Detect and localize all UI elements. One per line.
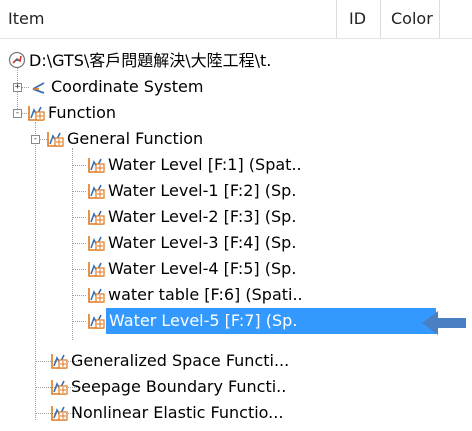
coordinate-system-icon: [32, 82, 45, 94]
collapse-minus-icon[interactable]: -: [13, 109, 22, 118]
tree-header: Item ID Color: [0, 0, 472, 39]
tree-node-label: General Function: [67, 129, 204, 148]
tree-node-label: D:\GTS\客戶問題解決\大陸工程\t.: [29, 51, 272, 70]
tree-node-label: Nonlinear Elastic Functio...: [71, 403, 284, 422]
function-icon: [88, 210, 105, 225]
tree-node-label: Water Level-3 [F:4] (Sp.: [108, 233, 297, 252]
function-icon: [51, 406, 68, 421]
tree-node-label: Water Level-2 [F:3] (Sp.: [108, 207, 297, 226]
tree-node-label: water table [F:6] (Spati..: [108, 285, 303, 304]
tree-node-label: Water Level [F:1] (Spat..: [108, 155, 302, 174]
tree-node-label: Water Level-1 [F:2] (Sp.: [108, 181, 297, 200]
tree-node-label: Function: [48, 103, 117, 122]
function-icon: [88, 262, 105, 277]
tree-node-function[interactable]: - Function: [0, 100, 340, 126]
tree-node-function-folder[interactable]: Nonlinear Elastic Functio...: [0, 400, 340, 431]
function-icon: [88, 288, 105, 303]
tree-node-function-item[interactable]: Water Level-2 [F:3] (Sp.: [0, 204, 340, 230]
tree-node-label: Seepage Boundary Functi..: [71, 377, 287, 396]
function-icon: [51, 354, 68, 369]
tree-view: D:\GTS\客戶問題解決\大陸工程\t. + Coordinate Syste…: [0, 38, 472, 431]
tree-node-function-item-selected[interactable]: Water Level-5 [F:7] (Sp.: [0, 308, 440, 334]
function-icon: [88, 158, 105, 173]
column-header-id[interactable]: ID: [336, 0, 380, 38]
tree-node-label: Water Level-4 [F:5] (Sp.: [108, 259, 297, 278]
function-icon: [88, 236, 105, 251]
column-header-color[interactable]: Color: [380, 0, 440, 38]
tree-node-root[interactable]: D:\GTS\客戶問題解決\大陸工程\t.: [0, 48, 340, 74]
tree-node-coordinate-system[interactable]: + Coordinate System: [0, 74, 340, 100]
function-icon: [28, 106, 45, 121]
expand-plus-icon[interactable]: +: [13, 83, 22, 92]
collapse-minus-icon[interactable]: -: [31, 135, 40, 144]
column-header-item[interactable]: Item: [0, 0, 336, 38]
tree-node-label: Generalized Space Functi...: [71, 351, 290, 370]
tree-node-function-item[interactable]: Water Level [F:1] (Spat..: [0, 152, 340, 178]
tree-node-label: Coordinate System: [51, 77, 204, 96]
tree-node-function-item[interactable]: water table [F:6] (Spati..: [0, 282, 340, 308]
tree-node-label: Water Level-5 [F:7] (Sp.: [106, 308, 436, 334]
tree-node-function-folder[interactable]: Generalized Space Functi...: [0, 348, 340, 374]
function-icon: [88, 184, 105, 199]
tree-node-general-function[interactable]: - General Function: [0, 126, 340, 152]
tree-node-function-folder[interactable]: Seepage Boundary Functi..: [0, 374, 340, 400]
tree-node-function-item[interactable]: Water Level-1 [F:2] (Sp.: [0, 178, 340, 204]
tree-node-function-item[interactable]: Water Level-4 [F:5] (Sp.: [0, 256, 340, 282]
pointer-arrow-icon: [422, 311, 466, 335]
function-icon: [51, 380, 68, 395]
function-icon: [88, 314, 105, 329]
function-icon: [47, 132, 64, 147]
project-icon: [8, 51, 26, 69]
tree-node-function-item[interactable]: Water Level-3 [F:4] (Sp.: [0, 230, 340, 256]
